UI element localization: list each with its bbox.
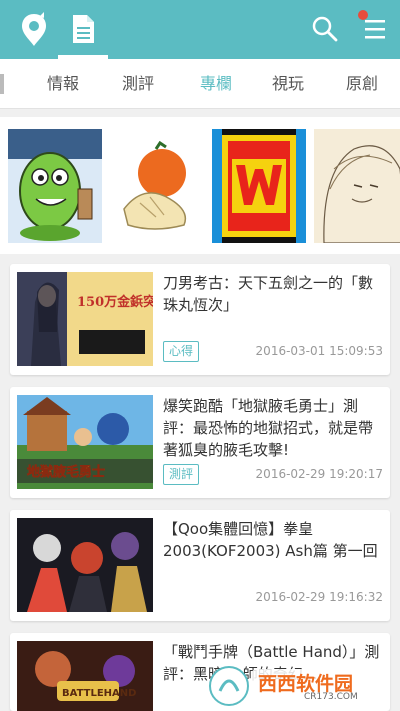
- article-title[interactable]: 爆笑跑酷「地獄腋毛勇士」測評：最恐怖的地獄招式，就是帶著狐臭的腋毛攻擊!: [163, 395, 383, 461]
- menu-icon[interactable]: [364, 16, 386, 42]
- thumbnail-caption: BATTLEHAND: [62, 688, 136, 699]
- article-thumbnail: BATTLEHAND: [17, 641, 153, 711]
- tab-overflow-hint: [0, 74, 4, 94]
- banner-thumbnail-w-logo[interactable]: [212, 129, 306, 243]
- tab-original[interactable]: 原創: [334, 59, 390, 109]
- tab-video[interactable]: 視玩: [260, 59, 316, 109]
- tab-column[interactable]: 專欄: [188, 59, 244, 109]
- article-timestamp: 2016-02-29 19:16:32: [255, 590, 383, 604]
- article-timestamp: 2016-02-29 19:20:17: [255, 467, 383, 481]
- thumbnail-caption: 150万金鋲突破でさらに!: [77, 294, 153, 310]
- article-thumbnail: [17, 518, 153, 612]
- site-watermark: 西西软件园 CR173.COM: [208, 665, 388, 707]
- featured-banner: [0, 117, 400, 254]
- notification-dot: [358, 10, 368, 20]
- article-title[interactable]: 刀男考古：天下五劍之一的「數珠丸恆次」: [163, 272, 383, 316]
- search-icon[interactable]: [312, 16, 338, 42]
- article-timestamp: 2016-03-01 15:09:53: [255, 344, 383, 358]
- watermark-site: CR173.COM: [304, 692, 358, 702]
- category-tabs: 情報 測評 專欄 視玩 原創: [0, 59, 400, 109]
- banner-thumbnail-orange[interactable]: [110, 129, 204, 243]
- article-card[interactable]: 150万金鋲突破でさらに! 刀男考古：天下五劍之一的「數珠丸恆次」 心得 201…: [10, 264, 390, 375]
- document-icon[interactable]: [70, 14, 96, 44]
- article-card[interactable]: 地獄腋毛勇士 爆笑跑酷「地獄腋毛勇士」測評：最恐怖的地獄招式，就是帶著狐臭的腋毛…: [10, 387, 390, 498]
- article-title[interactable]: 【Qoo集體回憶】拳皇2003(KOF2003) Ash篇 第一回: [163, 518, 383, 562]
- article-card[interactable]: 【Qoo集體回憶】拳皇2003(KOF2003) Ash篇 第一回 2016-0…: [10, 510, 390, 621]
- tab-review[interactable]: 測評: [110, 59, 166, 109]
- article-thumbnail: 地獄腋毛勇士: [17, 395, 153, 489]
- top-bar: [0, 0, 400, 59]
- qoo-logo-icon[interactable]: [20, 12, 48, 48]
- banner-thumbnail-sketch[interactable]: [314, 129, 400, 243]
- article-tag[interactable]: 測評: [163, 464, 200, 485]
- article-tag[interactable]: 心得: [163, 341, 200, 362]
- thumbnail-caption: 地獄腋毛勇士: [27, 464, 105, 480]
- tab-news[interactable]: 情報: [35, 59, 91, 109]
- banner-thumbnail-monster[interactable]: [8, 129, 102, 243]
- article-thumbnail: 150万金鋲突破でさらに!: [17, 272, 153, 366]
